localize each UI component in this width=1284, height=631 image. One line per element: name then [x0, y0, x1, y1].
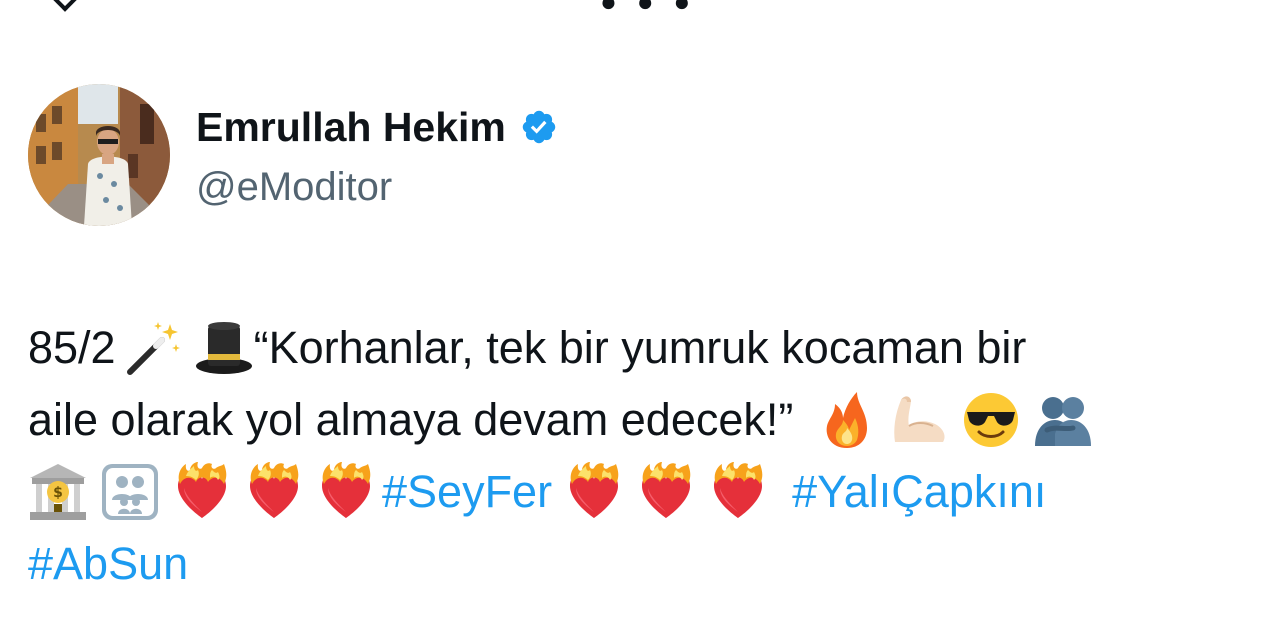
- back-chevron-icon[interactable]: [52, 0, 78, 12]
- heart-on-fire-emoji-icon: [244, 462, 304, 522]
- tweet-text-segment: “Korhanlar, tek bir yumruk kocaman bir: [253, 322, 1027, 373]
- display-name-row: Emrullah Hekim: [196, 102, 558, 152]
- heart-on-fire-emoji-icon: [708, 462, 768, 522]
- more-options-icon[interactable]: ● ● ●: [600, 0, 696, 18]
- hashtag-link[interactable]: #SeyFer: [382, 456, 552, 528]
- author-names: Emrullah Hekim @eModitor: [196, 102, 558, 210]
- tweet-line-3: $ #SeyFer #YalıÇapkını: [28, 456, 1268, 528]
- verified-badge-icon: [522, 110, 556, 144]
- heart-on-fire-emoji-icon: [564, 462, 624, 522]
- display-name[interactable]: Emrullah Hekim: [196, 102, 506, 152]
- people-hugging-emoji-icon: [1033, 390, 1093, 450]
- tweet-text-segment: aile olarak yol almaya devam edecek!”: [28, 394, 794, 445]
- heart-on-fire-emoji-icon: [172, 462, 232, 522]
- tweet-line-1: 85/2 “Korhanlar, tek bir yumruk kocaman …: [28, 312, 1268, 384]
- hashtag-link[interactable]: #YalıÇapkını: [792, 456, 1046, 528]
- heart-on-fire-emoji-icon: [636, 462, 696, 522]
- tweet-line-4: #AbSun: [28, 528, 1268, 600]
- tweet-screen: ● ● ● Emrullah Hekim @eModitor 85/2 “Kor…: [0, 0, 1284, 631]
- svg-text:$: $: [53, 485, 63, 501]
- family-emoji-icon: [100, 462, 160, 522]
- flexed-biceps-emoji-icon: [889, 390, 949, 450]
- magic-wand-emoji-icon: [122, 318, 182, 378]
- tweet-text-segment: 85/2: [28, 322, 116, 373]
- fire-emoji-icon: [817, 390, 877, 450]
- heart-on-fire-emoji-icon: [316, 462, 376, 522]
- bank-emoji-icon: $: [28, 462, 88, 522]
- sunglasses-face-emoji-icon: [961, 390, 1021, 450]
- hashtag-link[interactable]: #AbSun: [28, 528, 188, 600]
- tweet-header: Emrullah Hekim @eModitor: [28, 84, 558, 226]
- top-nav-clipped: ● ● ●: [0, 0, 1284, 17]
- tweet-text: 85/2 “Korhanlar, tek bir yumruk kocaman …: [28, 312, 1268, 600]
- top-hat-emoji-icon: [194, 318, 254, 378]
- tweet-line-2: aile olarak yol almaya devam edecek!”: [28, 384, 1268, 456]
- handle[interactable]: @eModitor: [196, 164, 558, 210]
- avatar[interactable]: [28, 84, 170, 226]
